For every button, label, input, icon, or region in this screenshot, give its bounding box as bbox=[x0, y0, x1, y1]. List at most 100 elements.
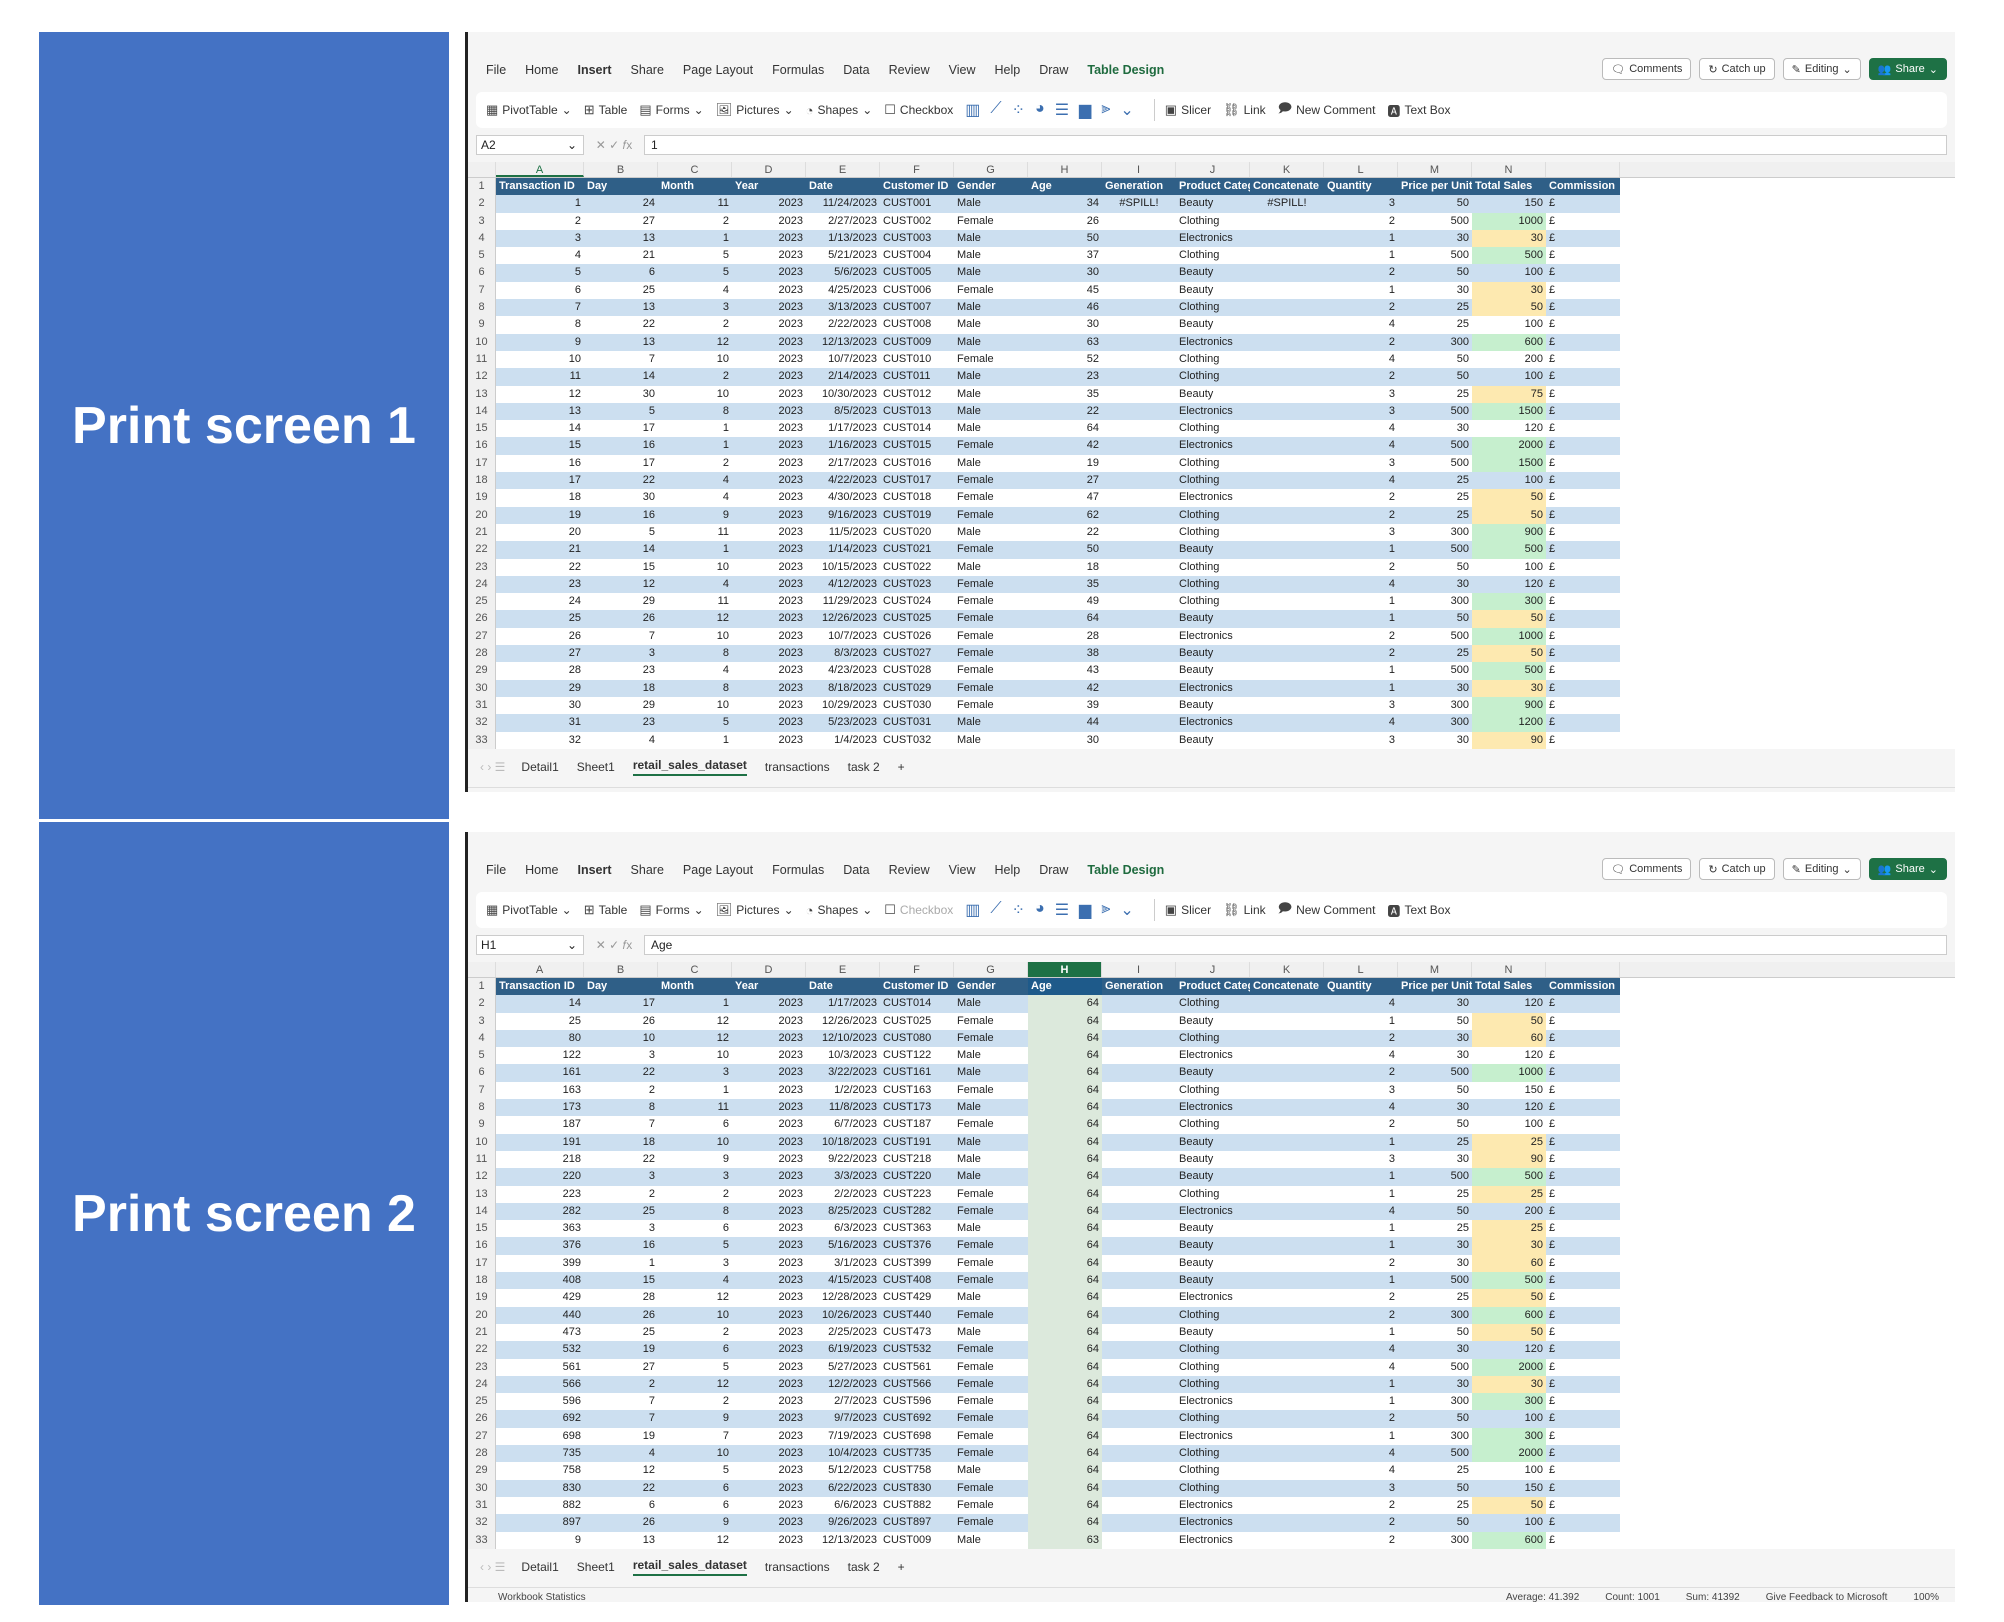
cell[interactable]: Female bbox=[954, 1514, 1028, 1532]
cell[interactable]: 2023 bbox=[732, 1099, 806, 1117]
cell[interactable]: 10/7/2023 bbox=[806, 627, 880, 646]
cell[interactable]: 30 bbox=[1472, 229, 1546, 248]
cell[interactable]: Male bbox=[954, 229, 1028, 248]
column-header[interactable]: L bbox=[1324, 162, 1398, 177]
cell[interactable]: 408 bbox=[496, 1272, 584, 1290]
cell[interactable]: Female bbox=[954, 1375, 1028, 1394]
cell[interactable]: Female bbox=[954, 1012, 1028, 1030]
cell[interactable]: 2/22/2023 bbox=[806, 316, 880, 334]
cell[interactable]: 3 bbox=[1324, 1479, 1398, 1497]
cell[interactable]: 3 bbox=[1324, 523, 1398, 542]
cell[interactable]: 15 bbox=[584, 558, 658, 576]
cell[interactable]: 5 bbox=[496, 264, 584, 282]
cell[interactable]: CUST002 bbox=[880, 212, 954, 230]
cell[interactable] bbox=[1102, 1237, 1176, 1255]
cell[interactable]: 2023 bbox=[732, 575, 806, 594]
cell[interactable]: 200 bbox=[1472, 1202, 1546, 1221]
cell[interactable]: 6/22/2023 bbox=[806, 1479, 880, 1497]
cell[interactable]: CUST003 bbox=[880, 229, 954, 248]
cell[interactable]: 3 bbox=[1324, 454, 1398, 473]
column-header[interactable]: D bbox=[732, 162, 806, 177]
commission-cell[interactable]: £ bbox=[1546, 731, 1620, 749]
commission-cell[interactable]: £ bbox=[1546, 1306, 1620, 1324]
cell[interactable]: 25 bbox=[1398, 489, 1472, 507]
table-header-cell[interactable]: Age bbox=[1028, 978, 1102, 996]
pie-chart-icon[interactable]: ◕ bbox=[1035, 100, 1045, 120]
cell[interactable]: 14 bbox=[496, 995, 584, 1013]
cell[interactable]: 15 bbox=[496, 437, 584, 455]
cell[interactable]: 10 bbox=[658, 1047, 732, 1065]
cell[interactable] bbox=[1250, 1168, 1324, 1186]
cell[interactable] bbox=[1102, 472, 1176, 490]
cell[interactable]: 64 bbox=[1028, 1479, 1102, 1497]
cell[interactable]: Clothing bbox=[1176, 368, 1250, 386]
menu-item[interactable]: Insert bbox=[578, 63, 612, 77]
cell[interactable]: 23 bbox=[496, 575, 584, 594]
cell[interactable]: 218 bbox=[496, 1150, 584, 1169]
cell[interactable]: 3 bbox=[584, 1168, 658, 1186]
cell[interactable]: Male bbox=[954, 1289, 1028, 1307]
cell[interactable]: CUST187 bbox=[880, 1116, 954, 1134]
cell[interactable]: Male bbox=[954, 714, 1028, 732]
cell[interactable]: 2/27/2023 bbox=[806, 212, 880, 230]
cell[interactable]: 13 bbox=[584, 333, 658, 351]
cell[interactable]: Beauty bbox=[1176, 1168, 1250, 1186]
cell[interactable]: 6/19/2023 bbox=[806, 1341, 880, 1359]
cell[interactable]: 12/13/2023 bbox=[806, 333, 880, 351]
cell[interactable]: 7 bbox=[496, 299, 584, 317]
cell[interactable]: CUST897 bbox=[880, 1514, 954, 1532]
table-header-cell[interactable]: Price per Unit bbox=[1398, 178, 1472, 196]
cell[interactable]: 63 bbox=[1028, 1531, 1102, 1549]
combo-chart-icon[interactable]: ⫸ bbox=[1101, 100, 1110, 120]
editing-button[interactable]: ✎ Editing ⌄ bbox=[1782, 858, 1861, 880]
cell[interactable]: 3 bbox=[1324, 385, 1398, 403]
cell[interactable]: Female bbox=[954, 489, 1028, 507]
cell[interactable]: 2023 bbox=[732, 350, 806, 369]
cell[interactable] bbox=[1250, 229, 1324, 248]
cell[interactable] bbox=[1102, 350, 1176, 369]
cell[interactable]: 12 bbox=[658, 1375, 732, 1394]
cell[interactable] bbox=[1250, 1150, 1324, 1169]
cell[interactable]: 10/26/2023 bbox=[806, 1306, 880, 1324]
new-comment-button[interactable]: 🗩 New Comment bbox=[1278, 899, 1376, 921]
sheet-tab[interactable]: Detail1 bbox=[521, 760, 558, 774]
column-header[interactable]: B bbox=[584, 162, 658, 177]
cell[interactable] bbox=[1102, 385, 1176, 403]
cell[interactable] bbox=[1250, 575, 1324, 594]
cell[interactable]: 26 bbox=[584, 1306, 658, 1324]
cell[interactable]: 5/12/2023 bbox=[806, 1462, 880, 1480]
cell[interactable]: Clothing bbox=[1176, 506, 1250, 524]
cell[interactable]: CUST022 bbox=[880, 558, 954, 576]
cell[interactable]: 300 bbox=[1398, 1427, 1472, 1446]
cell[interactable]: 50 bbox=[1398, 1202, 1472, 1221]
cell[interactable]: 4 bbox=[1324, 1358, 1398, 1376]
cell[interactable]: 50 bbox=[1398, 558, 1472, 576]
cell[interactable]: 64 bbox=[1028, 1012, 1102, 1030]
cell[interactable] bbox=[1250, 1410, 1324, 1428]
cell[interactable] bbox=[1102, 541, 1176, 559]
cell[interactable]: Clothing bbox=[1176, 420, 1250, 438]
cell[interactable]: Male bbox=[954, 247, 1028, 265]
cell[interactable]: 500 bbox=[1472, 1168, 1546, 1186]
row-number[interactable]: 20 bbox=[468, 1306, 496, 1324]
cell[interactable]: 17 bbox=[584, 454, 658, 473]
cell[interactable]: 46 bbox=[1028, 299, 1102, 317]
cell[interactable]: 2023 bbox=[732, 316, 806, 334]
cell[interactable]: 6 bbox=[658, 1341, 732, 1359]
cell[interactable]: Electronics bbox=[1176, 437, 1250, 455]
commission-cell[interactable]: £ bbox=[1546, 1047, 1620, 1065]
cell[interactable] bbox=[1102, 1133, 1176, 1151]
cell[interactable]: 4 bbox=[1324, 575, 1398, 594]
menu-item[interactable]: Data bbox=[843, 63, 869, 77]
cell[interactable]: 2 bbox=[1324, 1254, 1398, 1273]
cell[interactable]: 10 bbox=[658, 696, 732, 715]
row-number[interactable]: 18 bbox=[468, 1272, 496, 1290]
cell[interactable]: 30 bbox=[584, 489, 658, 507]
column-header[interactable]: J bbox=[1176, 962, 1250, 977]
cell[interactable] bbox=[1102, 1375, 1176, 1394]
cell[interactable]: 19 bbox=[496, 506, 584, 524]
pivottable-button[interactable]: ▦ PivotTable ⌄ bbox=[486, 102, 572, 118]
cell[interactable] bbox=[1250, 1445, 1324, 1463]
cell[interactable]: CUST012 bbox=[880, 385, 954, 403]
comments-button[interactable]: 🗨 Comments bbox=[1602, 858, 1692, 880]
